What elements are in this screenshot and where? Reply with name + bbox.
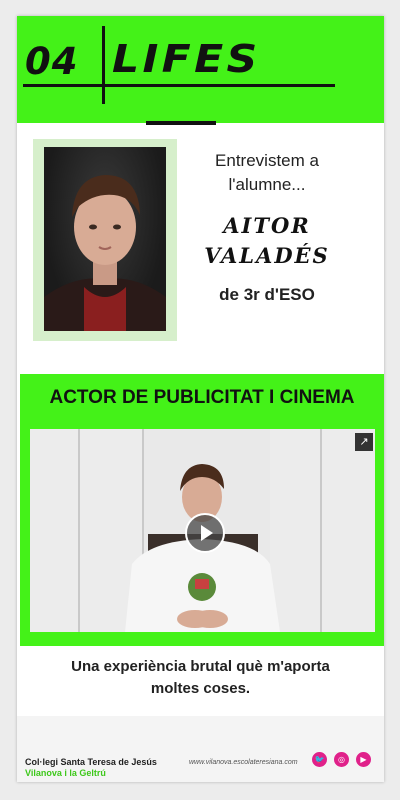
header-horizontal-line (23, 84, 335, 87)
caption-line-2: moltes coses. (150, 680, 251, 697)
portrait-frame (33, 139, 177, 341)
issue-number: 04 (25, 40, 79, 83)
website-link[interactable]: www.vilanova.escolateresiana.com (189, 759, 298, 766)
play-icon[interactable] (185, 513, 225, 553)
portrait-illustration (44, 175, 166, 331)
town-name: Vilanova i la Geltrú (25, 768, 106, 778)
section-title: ACTOR DE PUBLICITAT I CINEMA (49, 387, 355, 408)
caption: Una experiència brutal què m'aporta molt… (17, 656, 384, 700)
student-first-name: AITOR (223, 213, 311, 238)
caption-line-1: Una experiència brutal què m'aporta (71, 658, 330, 675)
header-divider (146, 121, 216, 125)
instagram-icon[interactable]: ◎ (334, 752, 349, 767)
header-banner: 04 LIFES (17, 16, 384, 123)
intro-line-2: l'alumne... (228, 175, 306, 194)
portrait-photo (44, 147, 166, 331)
external-link-icon[interactable]: ↗ (355, 433, 373, 451)
video-player[interactable]: ↗ (30, 429, 375, 632)
intro-line-1: Entrevistem a (215, 151, 319, 170)
school-name: Col·legi Santa Teresa de Jesús (25, 757, 157, 767)
footer: Col·legi Santa Teresa de Jesús Vilanova … (17, 716, 384, 782)
video-section: ACTOR DE PUBLICITAT I CINEMA ↗ (20, 374, 384, 646)
youtube-icon[interactable]: ▶ (356, 752, 371, 767)
intro-block: Entrevistem a l'alumne... AITOR VALADÉS … (192, 149, 342, 305)
student-class: de 3r d'ESO (219, 285, 315, 304)
twitter-icon[interactable]: 🐦 (312, 752, 327, 767)
header-title: LIFES (112, 37, 261, 81)
header-vertical-line (102, 26, 105, 104)
page-card: 04 LIFES Entrevistem a l'alumne... AITOR… (17, 16, 384, 782)
student-last-name: VALADÉS (204, 243, 330, 268)
